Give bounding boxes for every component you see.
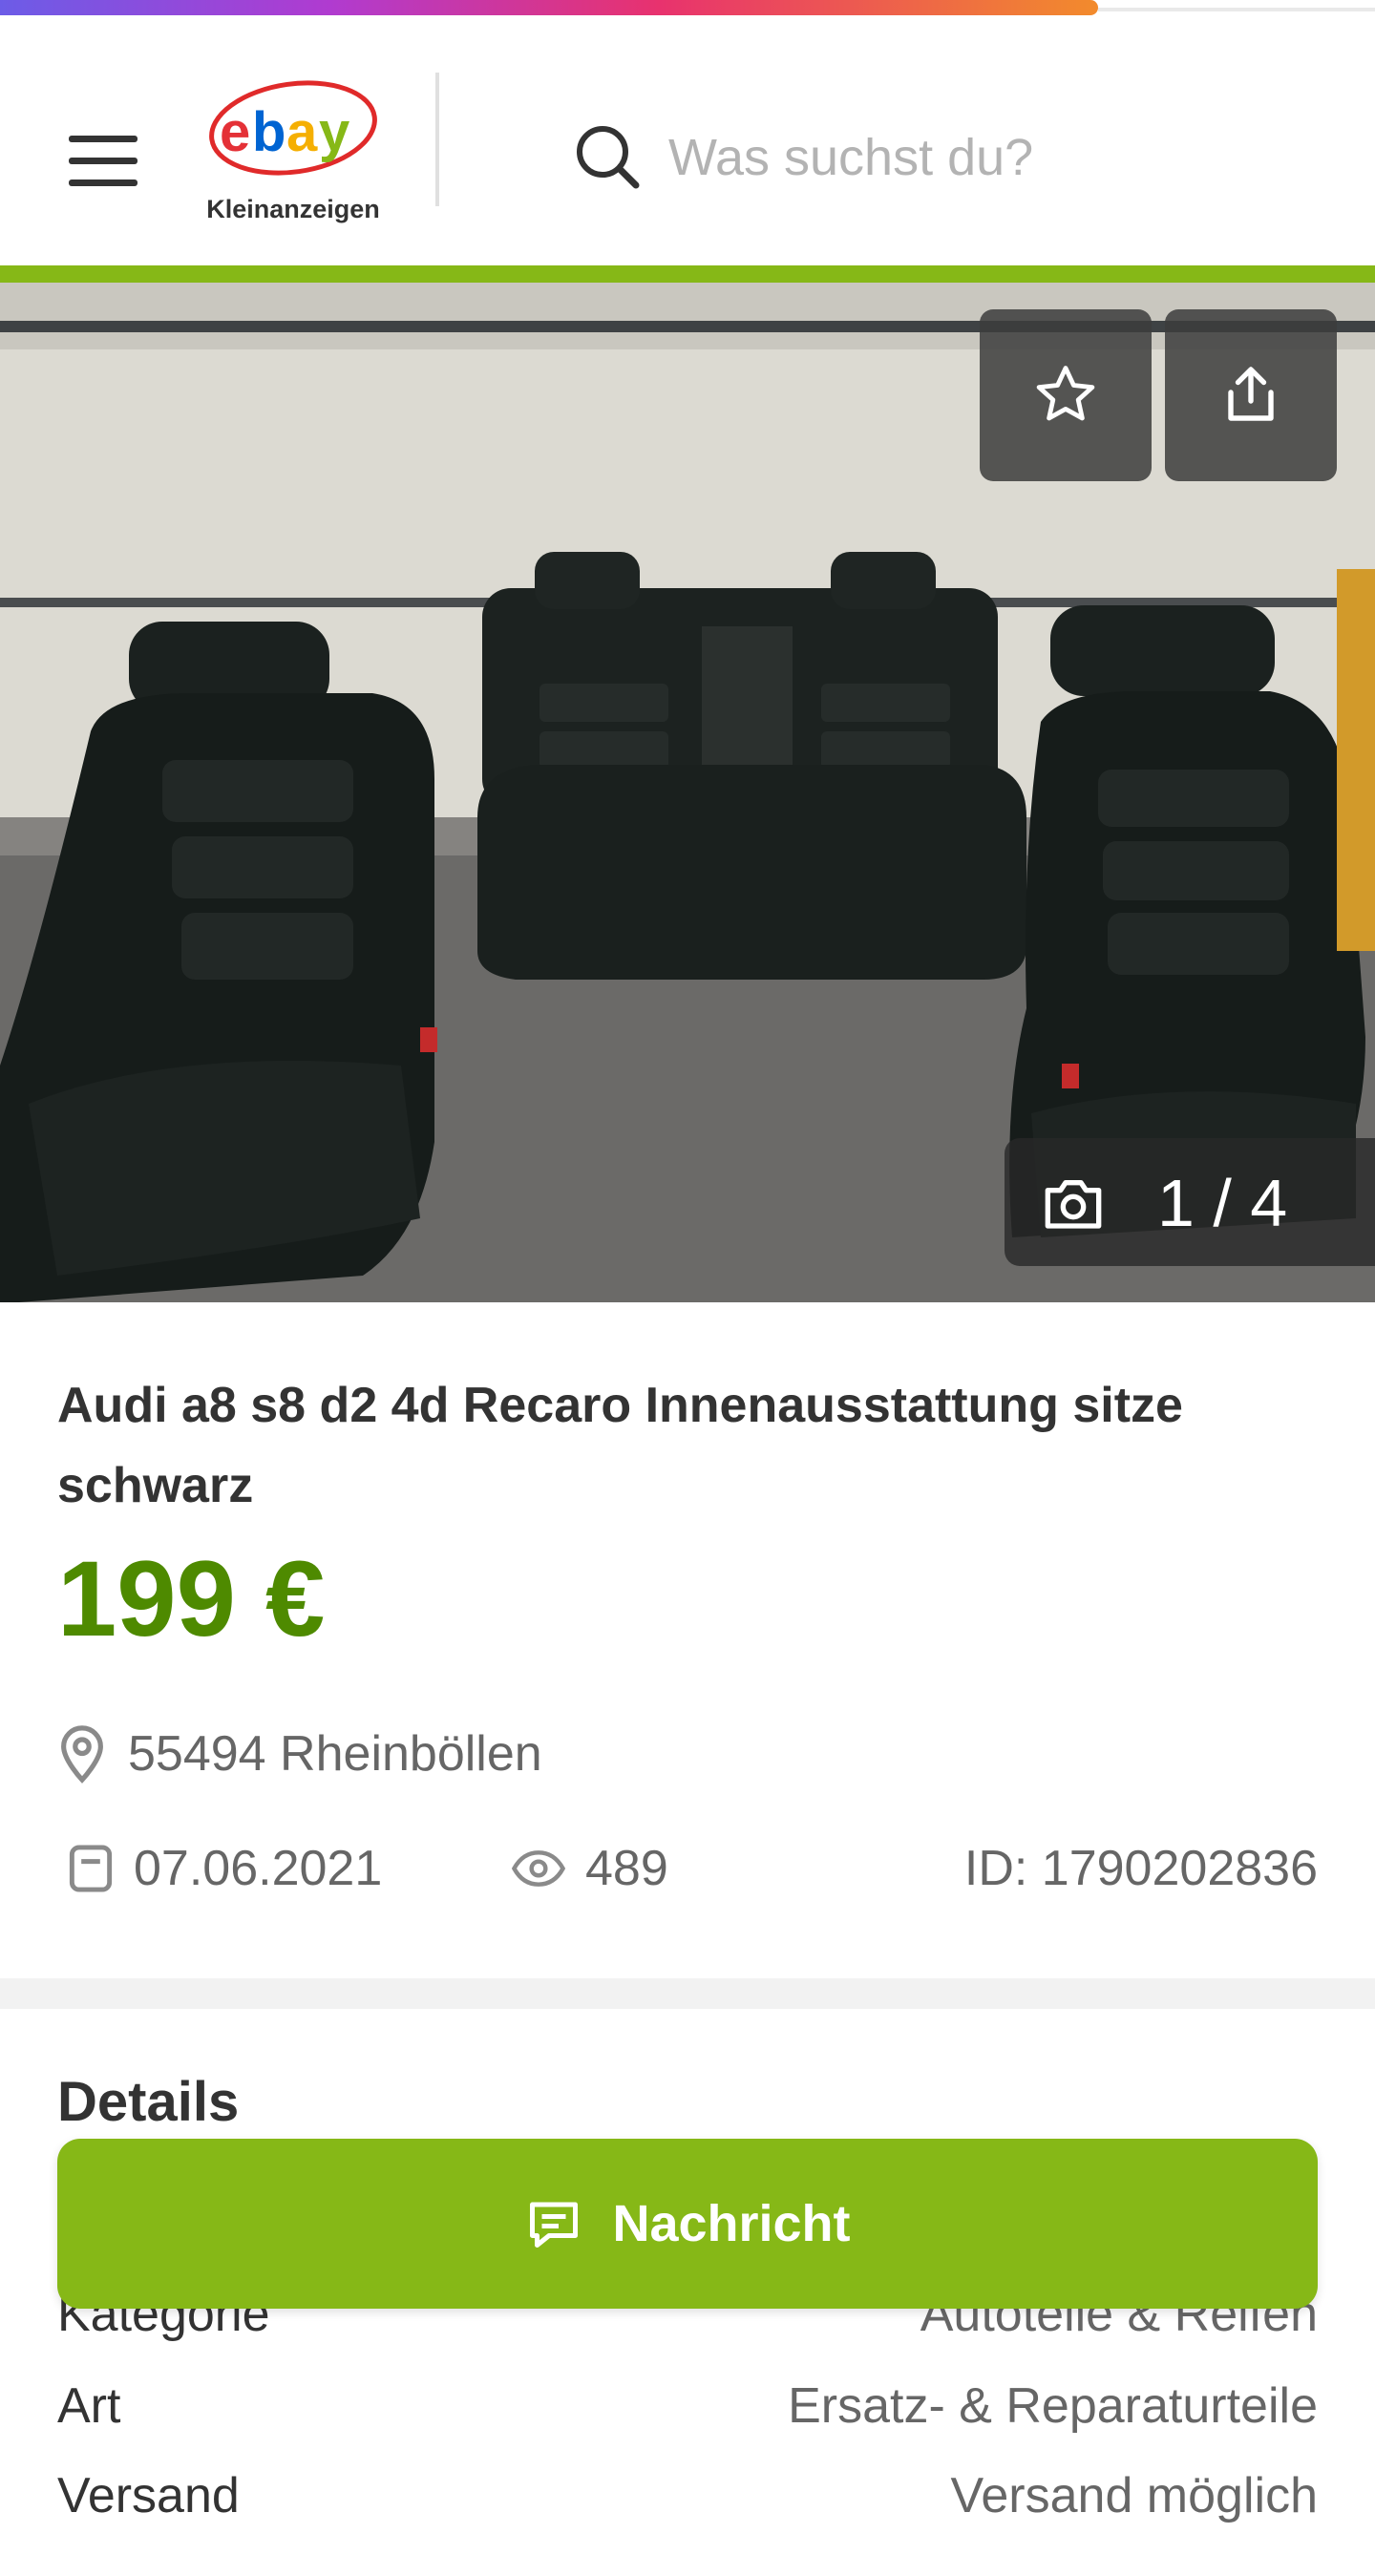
svg-text:b: b (252, 101, 286, 163)
message-button-label: Nachricht (612, 2195, 851, 2252)
listing-views-count: 489 (585, 1841, 668, 1896)
menu-icon (69, 136, 138, 142)
details-value: Versand möglich (950, 2468, 1318, 2523)
menu-icon-bar (69, 179, 138, 186)
share-icon (1228, 367, 1274, 421)
logo-mark: e b a y (209, 80, 377, 176)
svg-text:y: y (319, 101, 349, 163)
listing-meta: 07.06.2021 489 ID: 1790202836 (67, 1835, 1318, 1902)
page-load-progress (0, 0, 1098, 15)
ebay-kleinanzeigen-logo[interactable]: e b a y Kleinanzeigen (202, 73, 384, 235)
progress-track (1098, 8, 1375, 11)
details-row: Art Ersatz- & Reparaturteile (57, 2377, 1318, 2454)
chat-icon (530, 2202, 579, 2248)
listing-title: Audi a8 s8 d2 4d Recaro Innenausstattung… (57, 1378, 1183, 1513)
favorite-button[interactable] (980, 309, 1152, 481)
details-row: Versand Versand möglich (57, 2467, 1318, 2544)
details-heading: Details (57, 2071, 240, 2133)
listing-views: 489 (511, 1835, 668, 1902)
menu-button[interactable] (57, 115, 149, 206)
listing-price: 199 € (57, 1539, 326, 1658)
header-accent-line (0, 265, 1375, 283)
image-gallery[interactable]: 1 / 4 (0, 283, 1375, 1302)
location-pin-icon (61, 1725, 103, 1784)
section-separator (0, 1978, 1375, 2009)
search-input[interactable] (668, 105, 1337, 210)
image-counter-text: 1 / 4 (1157, 1166, 1288, 1240)
share-button[interactable] (1165, 309, 1337, 481)
listing-id: ID: 1790202836 (964, 1835, 1318, 1902)
star-icon (1036, 366, 1095, 421)
location-row[interactable]: 55494 Rheinböllen (57, 1721, 542, 1787)
eye-icon (511, 1850, 566, 1887)
header-divider (435, 73, 439, 206)
svg-text:e: e (220, 101, 250, 163)
details-label: Art (57, 2378, 121, 2434)
menu-icon-bar (69, 158, 138, 164)
details-value: Ersatz- & Reparaturteile (788, 2378, 1318, 2434)
camera-icon (1045, 1180, 1102, 1229)
message-button[interactable]: Nachricht (57, 2139, 1318, 2309)
calendar-icon (69, 1845, 113, 1892)
logo-subtitle: Kleinanzeigen (206, 195, 380, 223)
listing-location: 55494 Rheinböllen (128, 1726, 542, 1782)
listing-id-text: ID: 1790202836 (963, 1841, 1318, 1896)
app-header: e b a y Kleinanzeigen (0, 19, 1375, 265)
listing-date: 07.06.2021 (67, 1835, 382, 1902)
details-label: Versand (57, 2468, 240, 2523)
search-icon[interactable] (573, 122, 642, 191)
listing-date-text: 07.06.2021 (134, 1841, 383, 1896)
svg-text:a: a (286, 101, 318, 163)
image-counter: 1 / 4 (1005, 1138, 1375, 1266)
